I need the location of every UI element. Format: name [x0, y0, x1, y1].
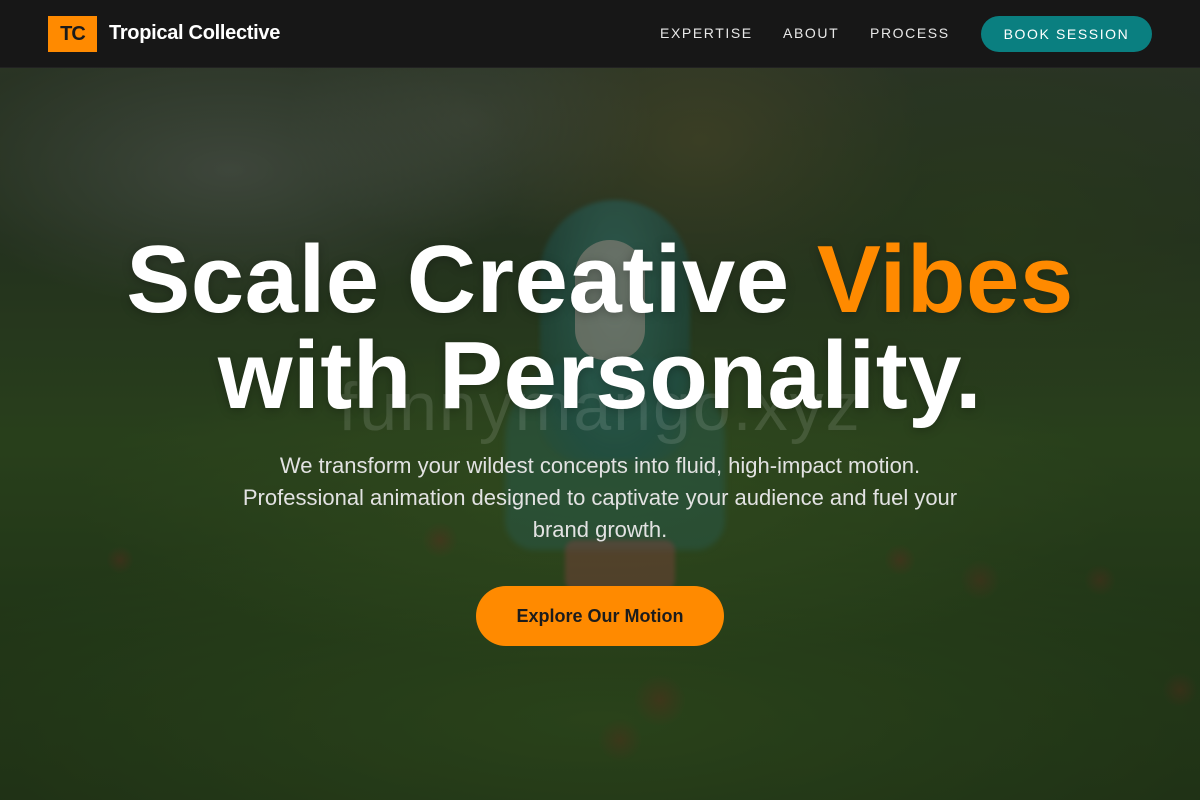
logo-badge[interactable]: TC	[48, 16, 97, 52]
headline-text: Scale Creative	[126, 226, 817, 333]
explore-motion-button[interactable]: Explore Our Motion	[476, 586, 724, 646]
hero-subtext: We transform your wildest concepts into …	[242, 453, 958, 542]
hero-headline: Scale Creative Vibes with Personality.	[0, 232, 1200, 424]
hero-section: funnymango.xyz Scale Creative Vibes with…	[0, 0, 1200, 800]
headline-accent-word: Vibes	[816, 226, 1074, 333]
brand-name[interactable]: Tropical Collective	[109, 22, 280, 45]
headline-line-2: with Personality.	[217, 322, 983, 429]
nav-link-expertise[interactable]: EXPERTISE	[660, 25, 753, 41]
top-navbar: TC Tropical Collective EXPERTISE ABOUT P…	[0, 0, 1200, 68]
nav-link-process[interactable]: PROCESS	[870, 25, 950, 41]
book-session-button[interactable]: BOOK SESSION	[981, 16, 1152, 52]
nav-link-about[interactable]: ABOUT	[783, 25, 839, 41]
headline-line-1: Scale Creative Vibes	[0, 232, 1200, 328]
